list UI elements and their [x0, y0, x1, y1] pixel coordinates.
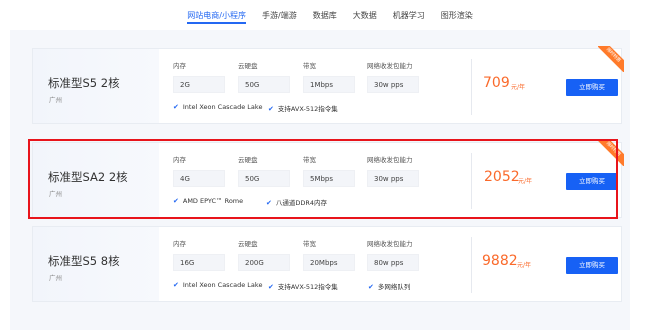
price: 2052	[484, 169, 520, 185]
spec-value-memory: 4G	[173, 170, 225, 187]
price-unit: 元/年	[518, 178, 533, 185]
feature-text: AMD EPYC™ Rome	[182, 197, 244, 205]
spec-value-bandwidth: 20Mbps	[303, 254, 355, 271]
price: 9882	[482, 253, 518, 269]
divider	[471, 59, 472, 115]
tab-database[interactable]: 数据库	[305, 0, 345, 30]
spec-value-disk: 200G	[238, 254, 290, 271]
spec-label-pps: 网络收发包能力	[367, 156, 413, 164]
spec-value-pps: 30w pps	[367, 76, 419, 93]
price-unit: 元/年	[511, 84, 526, 91]
check-icon: ✔	[266, 199, 272, 207]
card-left-panel: 标准型SA2 2核 广州	[33, 143, 159, 217]
promo-ribbon-label: 限时特惠	[598, 140, 624, 166]
feature-text: Intel Xeon Cascade Lake	[182, 103, 263, 111]
buy-now-button[interactable]: 立即购买	[566, 257, 618, 274]
check-icon: ✔	[173, 103, 179, 111]
spec-label-memory: 内存	[173, 240, 186, 248]
tab-big-data[interactable]: 大数据	[345, 0, 385, 30]
product-region: 广州	[49, 190, 62, 198]
check-icon: ✔	[368, 283, 374, 291]
feature-item: ✔ 支持AVX-512指令集	[268, 281, 338, 291]
price: 709	[483, 75, 510, 91]
spec-label-disk: 云硬盘	[238, 62, 258, 70]
feature-text: 八通道DDR4内存	[275, 199, 328, 207]
check-icon: ✔	[268, 283, 274, 291]
feature-text: 多网络队列	[377, 283, 411, 291]
spec-label-bandwidth: 带宽	[303, 240, 316, 248]
product-card: 标准型S5 8核 广州 内存 云硬盘 带宽 网络收发包能力 16G 200G 2…	[32, 226, 622, 302]
feature-item: ✔ AMD EPYC™ Rome	[173, 197, 243, 205]
divider	[471, 153, 472, 209]
product-region: 广州	[49, 274, 62, 282]
product-name: 标准型S5 8核	[48, 254, 120, 268]
spec-label-memory: 内存	[173, 156, 186, 164]
feature-text: 支持AVX-512指令集	[277, 283, 338, 291]
check-icon: ✔	[173, 281, 179, 289]
feature-item: ✔ Intel Xeon Cascade Lake	[173, 103, 262, 111]
promo-ribbon-label: 限时特惠	[598, 46, 624, 72]
spec-value-pps: 30w pps	[367, 170, 419, 187]
spec-label-pps: 网络收发包能力	[367, 62, 413, 70]
buy-now-button[interactable]: 立即购买	[566, 173, 618, 190]
product-tabs: 网站电商/小程序 手游/端游 数据库 大数据 机器学习 图形渲染	[0, 0, 660, 30]
spec-value-pps: 80w pps	[367, 254, 419, 271]
spec-value-memory: 2G	[173, 76, 225, 93]
feature-item: ✔ 支持AVX-512指令集	[268, 103, 338, 113]
tab-games[interactable]: 手游/端游	[254, 0, 305, 30]
feature-item: ✔ 多网络队列	[368, 281, 410, 291]
divider	[471, 237, 472, 293]
tab-web-ecommerce[interactable]: 网站电商/小程序	[179, 0, 254, 30]
product-name: 标准型SA2 2核	[48, 170, 128, 184]
product-list: 标准型S5 2核 广州 内存 云硬盘 带宽 网络收发包能力 2G 50G 1Mb…	[10, 30, 630, 330]
product-card: 标准型S5 2核 广州 内存 云硬盘 带宽 网络收发包能力 2G 50G 1Mb…	[32, 46, 624, 124]
spec-label-memory: 内存	[173, 62, 186, 70]
page: 网站电商/小程序 手游/端游 数据库 大数据 机器学习 图形渲染 标准型S5 2…	[0, 0, 660, 335]
price-unit: 元/年	[517, 262, 532, 269]
feature-item: ✔ Intel Xeon Cascade Lake	[173, 281, 262, 289]
spec-label-disk: 云硬盘	[238, 156, 258, 164]
card-left-panel: 标准型S5 2核 广州	[33, 49, 159, 123]
spec-value-disk: 50G	[238, 170, 290, 187]
promo-ribbon: 限时特惠	[598, 140, 624, 166]
spec-label-bandwidth: 带宽	[303, 62, 316, 70]
check-icon: ✔	[268, 105, 274, 113]
spec-value-disk: 50G	[238, 76, 290, 93]
spec-value-bandwidth: 1Mbps	[303, 76, 355, 93]
tab-graphics-rendering[interactable]: 图形渲染	[433, 0, 481, 30]
feature-item: ✔ 八通道DDR4内存	[266, 197, 327, 207]
check-icon: ✔	[173, 197, 179, 205]
spec-label-bandwidth: 带宽	[303, 156, 316, 164]
spec-label-pps: 网络收发包能力	[367, 240, 413, 248]
promo-ribbon: 限时特惠	[598, 46, 624, 72]
card-left-panel: 标准型S5 8核 广州	[33, 227, 159, 301]
feature-text: Intel Xeon Cascade Lake	[182, 281, 263, 289]
product-name: 标准型S5 2核	[48, 76, 120, 90]
feature-text: 支持AVX-512指令集	[277, 105, 338, 113]
product-region: 广州	[49, 96, 62, 104]
buy-now-button[interactable]: 立即购买	[566, 79, 618, 96]
spec-label-disk: 云硬盘	[238, 240, 258, 248]
spec-value-memory: 16G	[173, 254, 225, 271]
product-card: 标准型SA2 2核 广州 内存 云硬盘 带宽 网络收发包能力 4G 50G 5M…	[32, 140, 624, 218]
tab-machine-learning[interactable]: 机器学习	[385, 0, 433, 30]
spec-value-bandwidth: 5Mbps	[303, 170, 355, 187]
